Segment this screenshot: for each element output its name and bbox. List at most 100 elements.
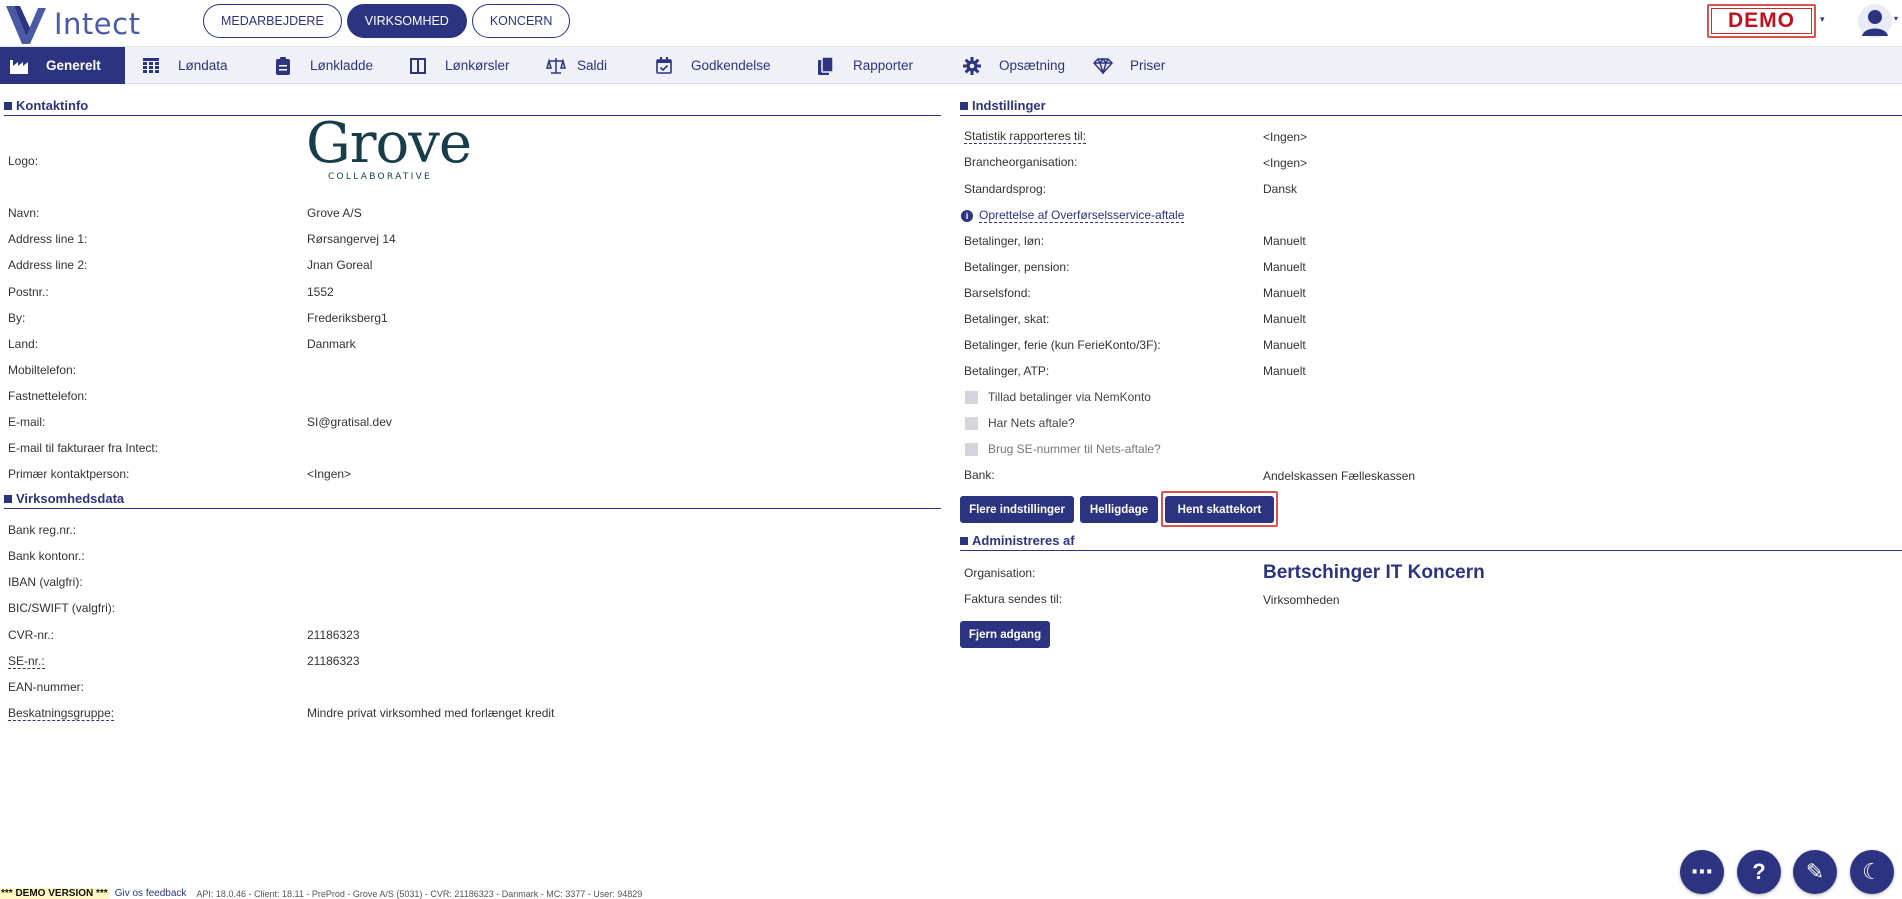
company-logo[interactable]: Grove COLLABORATIVE <box>306 116 472 183</box>
user-avatar[interactable] <box>1858 4 1892 38</box>
field-label: Primær kontaktperson: <box>8 467 130 481</box>
field-value[interactable]: Manuelt <box>1263 364 1306 378</box>
organisation-value[interactable]: Bertschinger IT Koncern <box>1263 562 1485 584</box>
field-label: Betalinger, skat: <box>964 312 1050 326</box>
field-value[interactable]: <Ingen> <box>1263 156 1307 170</box>
grid-icon <box>140 55 162 77</box>
logo-label: Logo: <box>8 154 39 168</box>
organisation-label: Organisation: <box>964 566 1036 580</box>
more-button[interactable]: ⋯ <box>1680 850 1724 894</box>
field-label: Betalinger, ATP: <box>964 364 1050 378</box>
checkbox-nets-aftale[interactable]: Har Nets aftale? <box>965 416 1075 430</box>
demo-badge[interactable]: DEMO <box>1707 4 1816 38</box>
more-settings-button[interactable]: Flere indstillinger <box>960 496 1074 523</box>
pencil-icon: ✎ <box>1805 859 1825 884</box>
section-indstillinger: Indstillinger <box>960 96 1902 116</box>
checkbox-label: Brug SE-nummer til Nets-aftale? <box>988 442 1161 456</box>
field-value[interactable]: Manuelt <box>1263 286 1306 300</box>
field-value[interactable]: <Ingen> <box>1263 130 1307 144</box>
nav-opsaetning[interactable]: Opsætning <box>947 47 1092 84</box>
field-value[interactable]: 21186323 <box>307 654 360 668</box>
field-value[interactable]: Manuelt <box>1263 338 1306 352</box>
chevron-down-icon[interactable]: ▾ <box>1820 14 1825 25</box>
nav-lonkladde[interactable]: Lønkladde <box>260 47 395 84</box>
feedback-link[interactable]: Giv os feedback <box>115 888 187 899</box>
help-icon: ? <box>1752 859 1766 884</box>
field-label: Land: <box>8 337 39 351</box>
field-value[interactable]: Mindre privat virksomhed med forlænget k… <box>307 706 554 720</box>
field-value[interactable]: <Ingen> <box>307 467 351 481</box>
checkbox-box[interactable] <box>965 416 978 430</box>
fetch-taxcard-button[interactable]: Hent skattekort <box>1165 496 1274 523</box>
user-icon <box>1858 4 1892 38</box>
factory-icon <box>8 55 30 77</box>
info-icon: i <box>961 209 973 222</box>
field-label: CVR-nr.: <box>8 628 55 642</box>
diamond-icon <box>1092 55 1114 77</box>
documents-icon <box>815 55 837 77</box>
nav-label: Saldi <box>577 58 608 73</box>
dark-mode-button[interactable]: ☾ <box>1850 850 1894 894</box>
demo-badge-text: DEMO <box>1711 8 1812 34</box>
more-icon: ⋯ <box>1691 859 1713 884</box>
field-value[interactable]: Grove A/S <box>307 206 362 220</box>
field-label: Standardsprog: <box>964 182 1047 196</box>
nav-lonkorsler[interactable]: Lønkørsler <box>395 47 545 84</box>
nav-saldi[interactable]: Saldi <box>545 47 645 84</box>
overforselsservice-link[interactable]: i Oprettelse af Overførselsservice-aftal… <box>961 208 1185 223</box>
tab-koncern[interactable]: KONCERN <box>471 4 571 38</box>
tab-medarbejdere[interactable]: MEDARBEJDERE <box>203 4 342 38</box>
field-label: EAN-nummer: <box>8 680 85 694</box>
help-button[interactable]: ? <box>1737 850 1781 894</box>
nav-londata[interactable]: Løndata <box>125 47 260 84</box>
field-value[interactable]: Rørsangervej 14 <box>307 232 396 246</box>
section-kontaktinfo: Kontaktinfo <box>4 96 941 116</box>
field-value[interactable]: Manuelt <box>1263 260 1306 274</box>
nav-label: Generelt <box>46 58 101 73</box>
edit-button[interactable]: ✎ <box>1793 850 1837 894</box>
field-value[interactable]: 1552 <box>307 285 334 299</box>
nav-generelt[interactable]: Generelt <box>0 47 125 84</box>
checkbox-box[interactable] <box>965 442 978 456</box>
nav-label: Opsætning <box>999 58 1066 73</box>
checkbox-se-nummer-nets[interactable]: Brug SE-nummer til Nets-aftale? <box>965 442 1161 456</box>
demo-version-text: *** DEMO VERSION *** <box>0 888 109 899</box>
field-label: BIC/SWIFT (valgfri): <box>8 601 116 615</box>
nav-priser[interactable]: Priser <box>1092 47 1212 84</box>
field-value[interactable]: Jnan Goreal <box>307 258 372 272</box>
columns-icon <box>407 55 429 77</box>
remove-access-button[interactable]: Fjern adgang <box>960 621 1050 648</box>
chevron-down-icon[interactable]: ▾ <box>1894 14 1898 23</box>
scope-tabs: MEDARBEJDERE VIRKSOMHED KONCERN <box>203 4 571 38</box>
checkbox-nemkonto[interactable]: Tillad betalinger via NemKonto <box>965 390 1151 404</box>
field-label: Betalinger, løn: <box>964 234 1045 248</box>
logo-text: Intect <box>54 7 141 41</box>
field-label: Bank kontonr.: <box>8 549 85 563</box>
holidays-button[interactable]: Helligdage <box>1080 496 1158 523</box>
field-value[interactable]: Frederiksberg1 <box>307 311 388 325</box>
field-label[interactable]: SE-nr.: <box>8 654 45 669</box>
field-label[interactable]: Beskatningsgruppe: <box>8 706 115 721</box>
invoice-label: Faktura sendes til: <box>964 592 1063 606</box>
field-value[interactable]: Danmark <box>307 337 356 351</box>
field-value[interactable]: 21186323 <box>307 628 360 642</box>
field-label[interactable]: Statistik rapporteres til: <box>964 129 1087 144</box>
company-logo-sub: COLLABORATIVE <box>327 172 433 182</box>
calendar-check-icon <box>653 55 675 77</box>
invoice-value[interactable]: Virksomheden <box>1263 593 1340 607</box>
nav-rapporter[interactable]: Rapporter <box>805 47 947 84</box>
field-value[interactable]: SI@gratisal.dev <box>307 415 392 429</box>
field-value[interactable]: Dansk <box>1263 182 1297 196</box>
field-value[interactable]: Manuelt <box>1263 234 1306 248</box>
field-label: Betalinger, ferie (kun FerieKonto/3F): <box>964 338 1161 352</box>
tab-virksomhed[interactable]: VIRKSOMHED <box>346 4 467 38</box>
checkbox-label: Har Nets aftale? <box>988 416 1075 430</box>
bank-value[interactable]: Andelskassen Fælleskassen <box>1263 469 1415 483</box>
intect-logo[interactable]: Intect <box>4 2 140 46</box>
top-bar: Intect MEDARBEJDERE VIRKSOMHED KONCERN D… <box>0 0 1902 47</box>
field-value[interactable]: Manuelt <box>1263 312 1306 326</box>
nav-godkendelse[interactable]: Godkendelse <box>645 47 805 84</box>
checkbox-box[interactable] <box>965 390 978 404</box>
main-nav: Generelt Løndata Lønkladde Lønkørsler Sa… <box>0 47 1902 84</box>
field-label: E-mail til fakturaer fra Intect: <box>8 441 159 455</box>
